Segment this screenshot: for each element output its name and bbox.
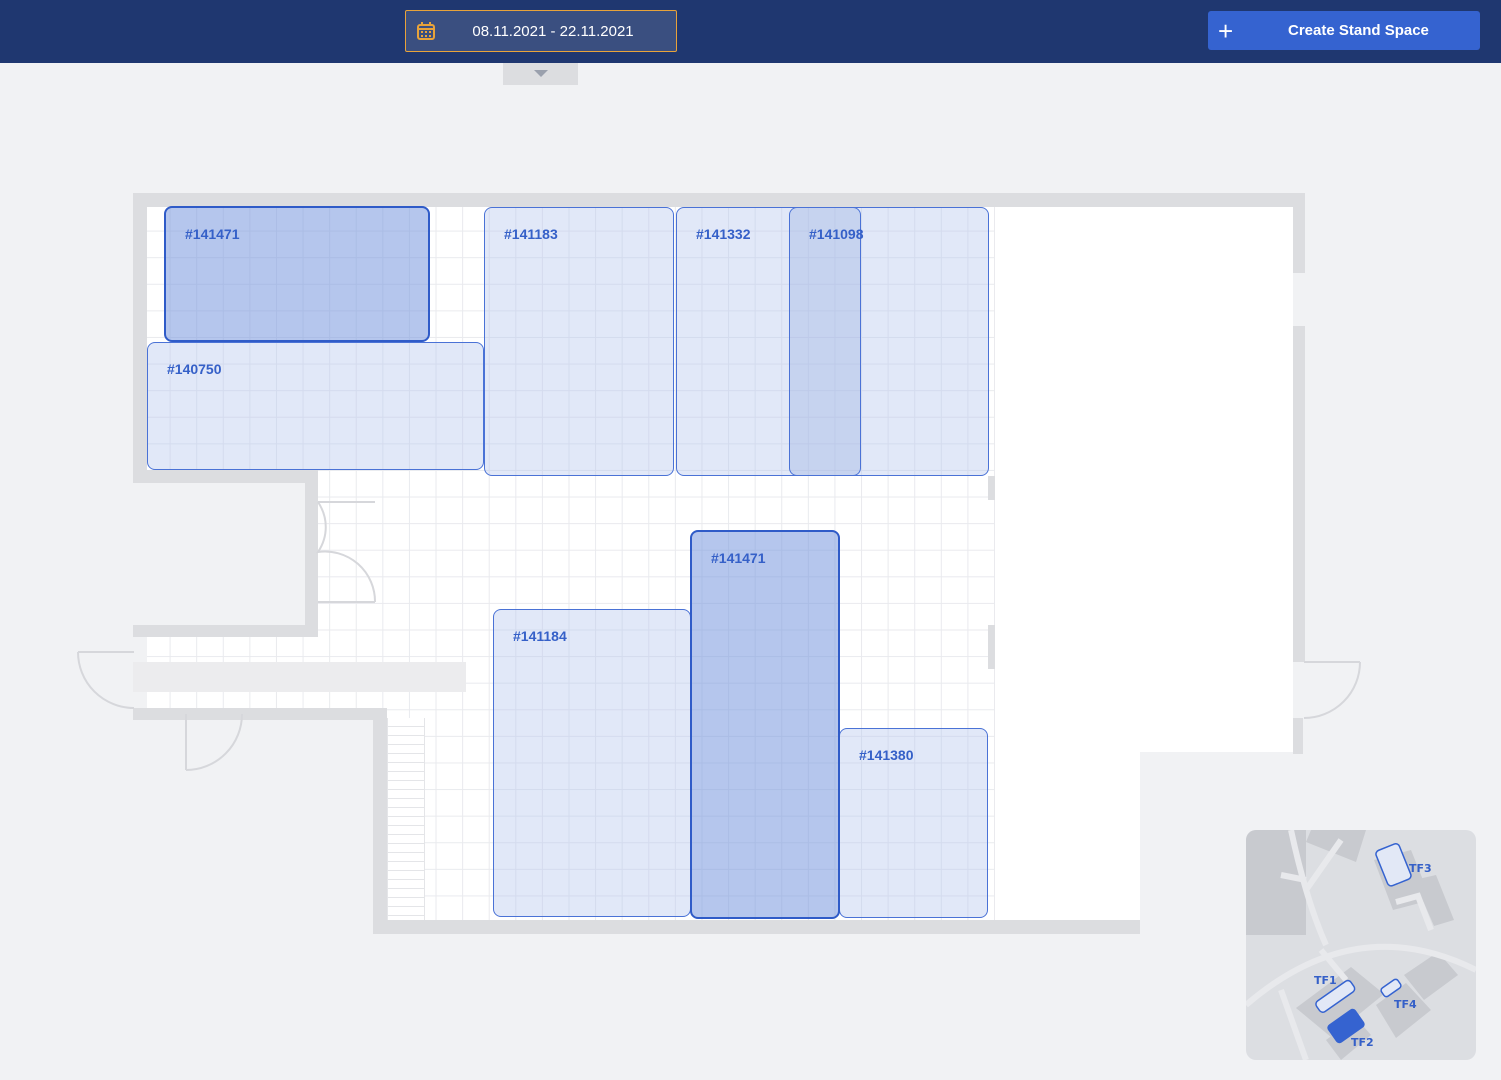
stand-space[interactable]: #141471 <box>690 530 840 919</box>
create-label: Create Stand Space <box>1288 22 1429 39</box>
wall <box>133 470 318 483</box>
wall <box>1293 193 1305 273</box>
site-minimap[interactable]: TF1 TF2 TF3 TF4 <box>1246 830 1476 1060</box>
expand-toggle[interactable] <box>503 63 578 85</box>
stand-id: #141380 <box>859 747 914 763</box>
stand-space[interactable]: #141380 <box>839 728 988 918</box>
hall-label-tf3[interactable]: TF3 <box>1409 862 1432 875</box>
date-range-picker[interactable]: 08.11.2021 - 22.11.2021 <box>405 10 677 52</box>
caret-down-icon <box>533 70 548 77</box>
stand-id: #141098 <box>809 226 864 242</box>
stand-space[interactable]: #141184 <box>493 609 691 917</box>
wall <box>133 193 1305 207</box>
minimap-drawing: TF1 TF2 TF3 TF4 <box>1246 830 1476 1060</box>
stand-id: #141471 <box>185 226 240 242</box>
stand-id: #141471 <box>711 550 766 566</box>
stand-id: #141332 <box>696 226 751 242</box>
wall <box>133 193 147 483</box>
hall-label-tf1[interactable]: TF1 <box>1314 974 1337 987</box>
stand-id: #141184 <box>513 628 567 644</box>
hall-label-tf2[interactable]: TF2 <box>1351 1036 1374 1049</box>
stand-id: #140750 <box>167 361 222 377</box>
stand-space[interactable]: #140750 <box>147 342 484 470</box>
wall <box>373 920 1140 934</box>
create-stand-space-button[interactable]: + Create Stand Space <box>1208 11 1480 50</box>
hall-label-tf4[interactable]: TF4 <box>1394 998 1417 1011</box>
stand-space[interactable]: #141098 <box>789 207 864 476</box>
stand-id: #141183 <box>504 226 558 242</box>
stand-space[interactable]: #141183 <box>484 207 674 476</box>
plus-icon: + <box>1218 15 1234 46</box>
date-range-text: 08.11.2021 - 22.11.2021 <box>472 22 634 40</box>
stand-space[interactable]: #141471 <box>164 206 430 342</box>
